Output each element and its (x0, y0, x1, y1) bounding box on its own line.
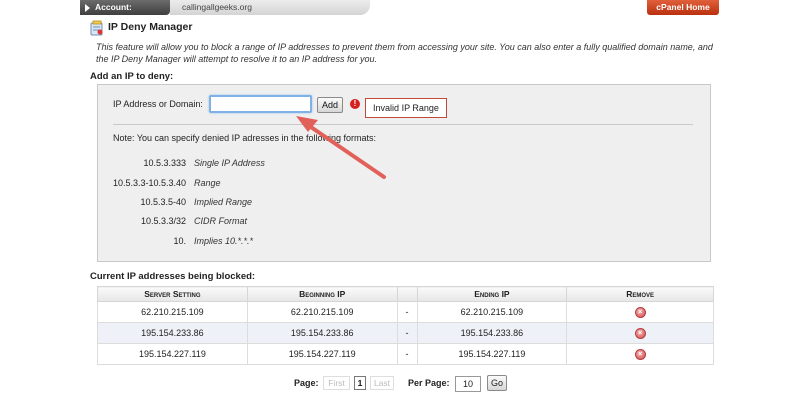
separator-cell: - (396, 301, 418, 323)
current-page[interactable]: 1 (354, 376, 366, 390)
go-button[interactable]: Go (487, 375, 507, 391)
beginning-ip-cell: 62.210.215.109 (246, 301, 398, 323)
first-page-button[interactable]: First (323, 376, 350, 390)
table-row: 62.210.215.109 62.210.215.109 - 62.210.2… (97, 301, 714, 323)
table-header-row: Server Setting Beginning IP Ending IP Re… (97, 286, 714, 302)
table-row: 195.154.233.86 195.154.233.86 - 195.154.… (97, 322, 714, 344)
server-setting-cell: 195.154.233.86 (97, 322, 248, 344)
table-row: 195.154.227.119 195.154.227.119 - 195.15… (97, 343, 714, 365)
col-beginning-ip: Beginning IP (246, 286, 398, 302)
blocked-ip-table: Server Setting Beginning IP Ending IP Re… (97, 286, 714, 365)
beginning-ip-cell: 195.154.227.119 (246, 343, 398, 365)
col-remove: Remove (566, 286, 714, 302)
remove-icon[interactable]: × (634, 349, 646, 360)
remove-icon[interactable]: × (634, 328, 646, 339)
col-ending-ip: Ending IP (416, 286, 568, 302)
remove-cell: × (566, 301, 714, 323)
separator-cell: - (396, 322, 418, 344)
ending-ip-cell: 195.154.233.86 (416, 322, 568, 344)
blocked-heading: Current IP addresses being blocked: (90, 271, 256, 282)
per-page-input[interactable]: 10 (455, 376, 481, 392)
server-setting-cell: 195.154.227.119 (97, 343, 248, 365)
server-setting-cell: 62.210.215.109 (97, 301, 248, 323)
col-separator (396, 286, 418, 302)
ending-ip-cell: 195.154.227.119 (416, 343, 568, 365)
page-label: Page: (294, 378, 319, 388)
last-page-button[interactable]: Last (370, 376, 394, 390)
separator-cell: - (396, 343, 418, 365)
per-page-label: Per Page: (408, 378, 450, 388)
remove-icon[interactable]: × (634, 307, 646, 318)
ending-ip-cell: 62.210.215.109 (416, 301, 568, 323)
col-server-setting: Server Setting (97, 286, 248, 302)
beginning-ip-cell: 195.154.233.86 (246, 322, 398, 344)
remove-cell: × (566, 343, 714, 365)
remove-cell: × (566, 322, 714, 344)
